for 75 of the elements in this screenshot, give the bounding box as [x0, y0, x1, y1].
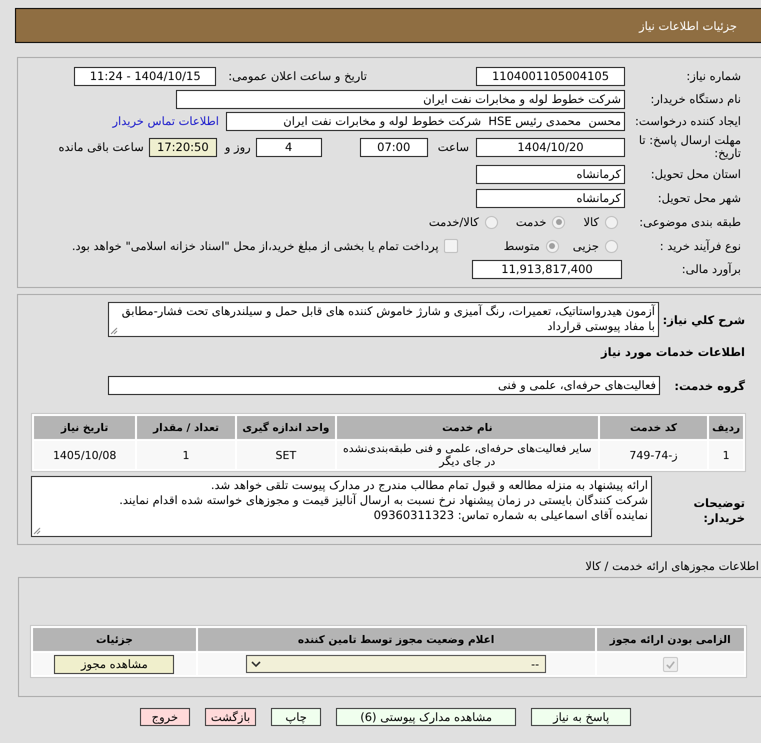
field-label: طبقه بندی موضوعی:: [638, 215, 742, 229]
table-cell: ز-74-749: [600, 441, 708, 469]
radio-button[interactable]: [546, 240, 559, 252]
field-label: گروه خدمت:: [673, 378, 746, 392]
field-label: تاریخ و ساعت اعلان عمومی:: [228, 69, 367, 83]
column-header: جزئیات: [33, 628, 196, 651]
province-field[interactable]: کرمانشاه: [476, 164, 625, 184]
field-label: استان محل تحویل:: [650, 167, 742, 181]
buyer-notes-text: ارائه پیشنهاد به منزله مطالعه و قبول تمام مطالب مندرج در مدارک پیوست تلقی خواهد شد. شرکت کنندگان بایستی در زمان پیشنهاد نرخ نسبت به ارسال آنالیز قیمت و مجوزهای خواسته شده اقدام نمایند. نماینده آقای اسماعیلی به شماره تماس: 09360311323: [118, 478, 648, 523]
days-field[interactable]: 4: [256, 138, 322, 156]
buyer-contact-link[interactable]: اطلاعات تماس خریدار: [112, 114, 219, 128]
budget-field[interactable]: 11,913,817,400: [472, 260, 622, 278]
field-label: شرح کلي نیاز:: [662, 312, 746, 326]
action-button[interactable]: خروج: [140, 708, 190, 726]
section-title: اطلاعات خدمات مورد نیاز: [600, 345, 746, 359]
radio-label: متوسط: [504, 239, 540, 253]
field-label: نام دستگاه خریدار:: [649, 92, 742, 106]
column-header: تعداد / مقدار: [137, 416, 235, 439]
action-button[interactable]: چاپ: [271, 708, 322, 726]
requester-field[interactable]: محسن محمدی رئیس HSE شرکت خطوط لوله و مخابرات نفت ایران: [226, 112, 625, 130]
need-number-field[interactable]: 1104001105004105: [476, 66, 625, 86]
checkmark-icon: [664, 658, 676, 670]
resize-grip-icon[interactable]: [110, 327, 118, 335]
radio-label: جزیی: [572, 239, 599, 253]
chevron-down-icon: [251, 661, 262, 667]
field-label: ساعت باقی مانده: [58, 140, 144, 154]
column-header: تاریخ نیاز: [34, 416, 136, 439]
page-title: جزئیات اطلاعات نیاز: [639, 18, 737, 32]
buyer-org-field[interactable]: شرکت خطوط لوله و مخابرات نفت ایران: [176, 90, 625, 108]
table-cell: 1: [137, 441, 235, 469]
table-cell: 1: [709, 441, 743, 469]
city-field[interactable]: کرمانشاه: [476, 188, 625, 208]
field-label: ساعت: [438, 140, 469, 154]
service-group-field[interactable]: فعالیت‌های حرفه‌ای، علمی و فنی: [108, 376, 660, 395]
column-header: اعلام وضعیت مجوز توسط تامین کننده: [198, 628, 594, 651]
action-button[interactable]: پاسخ به نیاز: [531, 708, 632, 726]
field-label: شماره نیاز:: [685, 69, 742, 83]
field-label: شهر محل تحویل:: [656, 191, 742, 205]
field-label: توضیحات خریدار:: [692, 495, 746, 526]
summary-text-area[interactable]: آزمون هیدرواستاتیک، تعمیرات، رنگ آمیزی و شارژ خاموش کننده های قابل حمل و سیلندرهای تحت فشار-مطابق با مفاد پیوستی قرارداد: [108, 302, 659, 337]
remaining-time-field[interactable]: 17:20:50: [148, 138, 217, 156]
field-label: مهلت ارسال پاسخ: تا تاریخ:: [638, 134, 742, 160]
field-label: ایجاد کننده درخواست:: [634, 114, 742, 128]
table-cell: 1405/10/08: [34, 441, 136, 469]
field-label: نوع فرآیند خرید :: [658, 239, 742, 253]
radio-button[interactable]: [484, 216, 498, 228]
column-header: ردیف: [709, 416, 743, 439]
action-button[interactable]: بازگشت: [204, 708, 256, 726]
table-cell: سایر فعالیت‌های حرفه‌ای، علمی و فنی طبقه‌بندی‌نشده در جای دیگر: [336, 441, 598, 469]
deadline-date-field[interactable]: 1404/10/20: [476, 138, 625, 156]
column-header: واحد اندازه گیری: [236, 416, 335, 439]
deadline-time-field[interactable]: 07:00: [360, 138, 428, 156]
announce-datetime-field[interactable]: 1404/10/15 - 11:24: [74, 66, 216, 86]
column-header: کد خدمت: [600, 416, 708, 439]
radio-button[interactable]: [605, 216, 618, 228]
column-header: الزامی بودن ارائه مجوز: [596, 628, 744, 651]
field-label: روز و: [224, 140, 251, 154]
summary-text: آزمون هیدرواستاتیک، تعمیرات، رنگ آمیزی و شارژ خاموش کننده های قابل حمل و سیلندرهای تحت فشار-مطابق با مفاد پیوستی قرارداد: [121, 304, 655, 334]
column-header: نام خدمت: [336, 416, 598, 439]
table-cell: SET: [236, 441, 335, 469]
section-title: اطلاعات مجوزهای ارائه خدمت / کالا: [584, 559, 760, 573]
radio-label: خدمت: [516, 215, 546, 229]
radio-button[interactable]: [605, 240, 618, 252]
radio-label: کالا/خدمت: [428, 215, 479, 229]
field-label: برآورد مالی:: [680, 262, 742, 276]
status-dropdown[interactable]: --: [246, 655, 546, 673]
radio-button[interactable]: [552, 216, 566, 228]
checkbox-label: پرداخت تمام یا بخشی از مبلغ خرید،از محل "اسناد خزانه اسلامی" خواهد بود.: [72, 239, 439, 253]
action-button[interactable]: مشاهده مدارک پیوستی (6): [336, 708, 516, 726]
checkbox[interactable]: [662, 656, 678, 672]
view-license-button[interactable]: مشاهده مجوز: [54, 654, 174, 674]
resize-grip-icon[interactable]: [33, 527, 41, 535]
checkbox[interactable]: [444, 239, 458, 253]
radio-label: کالا: [583, 215, 599, 229]
buyer-notes-text-area[interactable]: [31, 476, 652, 537]
